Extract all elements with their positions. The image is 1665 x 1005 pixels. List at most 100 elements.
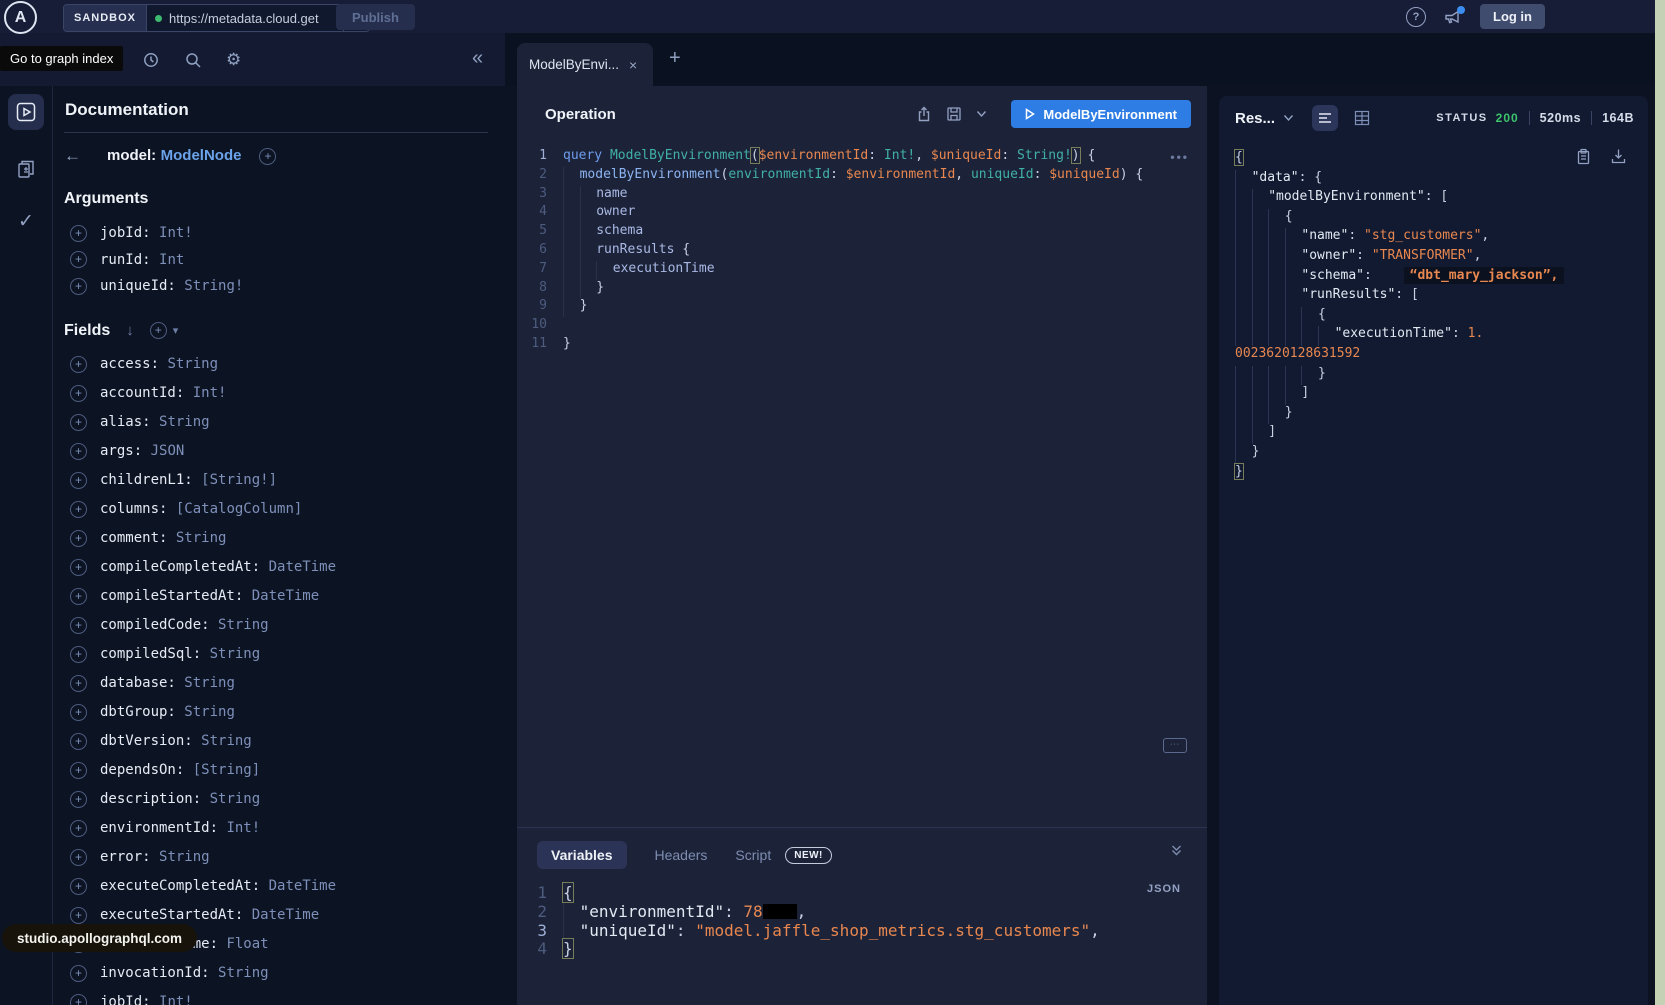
copy-icon[interactable] [1576, 148, 1591, 165]
tab-strip: ModelByEnvi... × + [505, 33, 1655, 86]
indent-guide [1268, 268, 1285, 288]
chevron-down-icon[interactable]: ▾ [173, 324, 179, 337]
line-number: 2 [517, 902, 547, 921]
add-icon[interactable]: + [70, 675, 87, 692]
share-icon[interactable] [916, 106, 932, 123]
add-icon[interactable]: + [70, 646, 87, 663]
add-icon[interactable]: + [70, 530, 87, 547]
code-line: 2modelByEnvironment(environmentId: $envi… [517, 167, 1207, 186]
add-icon[interactable]: + [70, 617, 87, 634]
settings-icon[interactable]: ⚙ [226, 50, 241, 70]
help-icon[interactable]: ? [1406, 7, 1426, 27]
code-line: 3"uniqueId": "model.jaffle_shop_metrics.… [517, 921, 1207, 940]
add-icon[interactable]: + [70, 559, 87, 576]
code-line: 8} [517, 280, 1207, 299]
save-chevron-down-icon[interactable] [976, 110, 987, 118]
doc-field-row: +runId: Int [64, 247, 517, 274]
new-tab-icon[interactable]: + [669, 47, 681, 70]
close-tab-icon[interactable]: × [629, 57, 637, 73]
line-number: 11 [517, 336, 547, 351]
operation-editor[interactable]: 1query ModelByEnvironment($environmentId… [517, 148, 1207, 355]
doc-field-row: +jobId: Int! [64, 220, 517, 247]
tab-headers[interactable]: Headers [655, 847, 708, 863]
add-icon[interactable]: + [70, 733, 87, 750]
collections-icon[interactable] [8, 152, 44, 188]
indent-guide [1318, 326, 1335, 346]
fields-list: +access: String+accountId: Int!+alias: S… [64, 350, 517, 1005]
add-all-fields-icon[interactable]: + [150, 322, 167, 339]
back-arrow-icon[interactable]: ← [64, 146, 81, 166]
table-icon[interactable] [1354, 110, 1370, 126]
variables-editor[interactable]: 1{2"environmentId": 78,3"uniqueId": "mod… [517, 883, 1207, 958]
add-icon[interactable]: + [70, 849, 87, 866]
doc-field-row: +compileCompletedAt: DateTime [64, 553, 517, 582]
code-line: 5schema [517, 223, 1207, 242]
indent-guide [1268, 287, 1285, 307]
indent-guide [563, 223, 580, 242]
desktop-edge-strip [1655, 0, 1665, 1005]
add-icon[interactable]: + [70, 965, 87, 982]
crumb-label: model: [107, 147, 156, 164]
megaphone-icon[interactable] [1444, 9, 1462, 25]
response-chevron-down-icon[interactable] [1283, 114, 1294, 122]
indent-guide [1252, 307, 1269, 327]
add-icon[interactable]: + [70, 385, 87, 402]
ellipsis-icon[interactable]: ••• [1170, 150, 1189, 164]
endpoint-url-input[interactable]: https://metadata.cloud.get [147, 5, 343, 31]
collapse-panel-icon[interactable]: « [472, 43, 483, 73]
download-icon[interactable] [1611, 148, 1626, 165]
doc-field-row: +database: String [64, 669, 517, 698]
sort-icon[interactable]: ↓ [126, 322, 134, 339]
save-icon[interactable] [946, 106, 962, 122]
line-number: 4 [517, 204, 547, 219]
history-icon[interactable] [142, 51, 160, 69]
checks-icon[interactable]: ✓ [18, 210, 34, 233]
play-icon [1025, 108, 1035, 120]
crumb-type-link[interactable]: ModelNode [161, 147, 242, 164]
add-icon[interactable]: + [70, 588, 87, 605]
add-icon[interactable]: + [70, 501, 87, 518]
add-icon[interactable]: + [70, 704, 87, 721]
indent-guide [1252, 209, 1269, 229]
add-icon[interactable]: + [70, 356, 87, 373]
add-icon[interactable]: + [70, 878, 87, 895]
response-title: Res... [1235, 110, 1275, 127]
add-icon[interactable]: + [259, 148, 276, 165]
indent-guide [1235, 307, 1252, 327]
code-line: 11} [517, 336, 1207, 355]
add-icon[interactable]: + [70, 791, 87, 808]
add-icon[interactable]: + [70, 907, 87, 924]
tab-variables[interactable]: Variables [537, 841, 627, 869]
indent-guide [1235, 228, 1252, 248]
indent-guide [1252, 268, 1269, 288]
explorer-icon[interactable] [8, 94, 44, 130]
publish-button[interactable]: Publish [336, 4, 415, 30]
add-icon[interactable]: + [70, 278, 87, 295]
keyboard-icon[interactable]: ··· [1163, 738, 1187, 753]
indent-guide [1285, 326, 1302, 346]
add-icon[interactable]: + [70, 472, 87, 489]
code-line: "modelByEnvironment": [ [1235, 189, 1648, 209]
tab-modelbyenvironment[interactable]: ModelByEnvi... × [517, 43, 653, 86]
add-icon[interactable]: + [70, 225, 87, 242]
code-line: "runResults": [ [1235, 287, 1648, 307]
code-line: 10 [517, 317, 1207, 336]
add-icon[interactable]: + [70, 820, 87, 837]
response-body[interactable]: {"data": {"modelByEnvironment": [{"name"… [1219, 140, 1648, 483]
add-icon[interactable]: + [70, 762, 87, 779]
login-button[interactable]: Log in [1480, 4, 1545, 29]
search-icon[interactable] [184, 51, 202, 69]
apollo-logo[interactable]: A [4, 1, 37, 34]
add-icon[interactable]: + [70, 443, 87, 460]
add-icon[interactable]: + [70, 994, 87, 1005]
line-number: 1 [517, 883, 547, 902]
indent-guide [580, 223, 597, 242]
add-icon[interactable]: + [70, 414, 87, 431]
format-icon[interactable] [1312, 105, 1338, 131]
run-operation-button[interactable]: ModelByEnvironment [1011, 100, 1191, 128]
indent-guide [1285, 228, 1302, 248]
line-number: 1 [517, 148, 547, 163]
tab-script[interactable]: Script [735, 847, 771, 863]
collapse-double-chevron-icon[interactable] [1170, 844, 1183, 857]
add-icon[interactable]: + [70, 251, 87, 268]
